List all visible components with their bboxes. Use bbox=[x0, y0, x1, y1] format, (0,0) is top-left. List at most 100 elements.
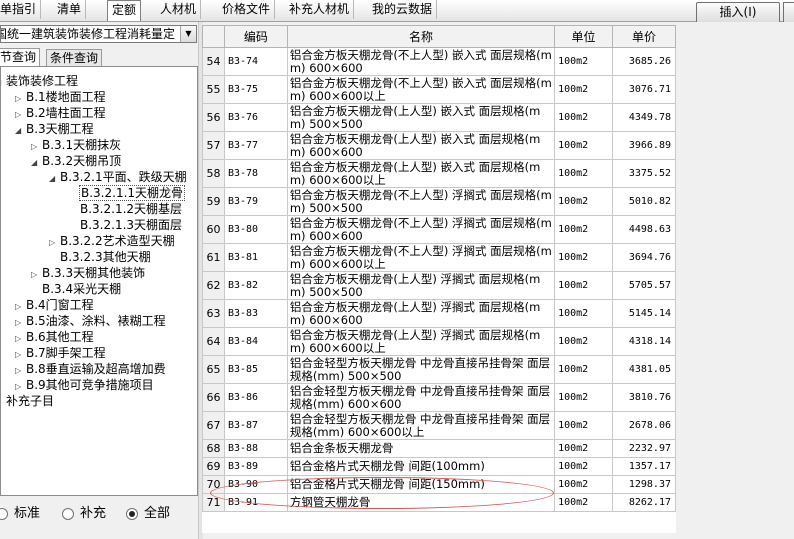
code-cell: B3-78 bbox=[223, 159, 288, 188]
radio-supplement[interactable]: 补充 bbox=[62, 502, 106, 521]
collapse-icon[interactable]: ◢ bbox=[49, 171, 59, 187]
column-header-name[interactable]: 名称 bbox=[286, 25, 556, 48]
table-row[interactable]: 66 B3-86 铝合金轻型方板天棚龙骨 中龙骨直接吊挂骨架 面层规格(mm) 60… bbox=[202, 383, 676, 412]
table-row[interactable]: 65 B3-85 铝合金轻型方板天棚龙骨 中龙骨直接吊挂骨架 面层规格(mm) 50… bbox=[202, 355, 676, 384]
top-tab[interactable]: 我的云数据 bbox=[368, 0, 438, 19]
tree-node[interactable]: ▷补充子目 bbox=[1, 393, 55, 409]
name-cell: 铝合金轻型方板天棚龙骨 中龙骨直接吊挂骨架 面层规格(mm) 600×600 bbox=[286, 383, 556, 412]
table-row[interactable]: 55 B3-75 铝合金方板天棚龙骨(不上人型) 嵌入式 面层规格(mm) 600×… bbox=[202, 75, 676, 104]
radio-all[interactable]: 全部 bbox=[126, 502, 170, 521]
column-header-price[interactable]: 单价 bbox=[612, 25, 676, 48]
table-row[interactable]: 64 B3-84 铝合金方板天棚龙骨(上人型) 浮搁式 面层规格(mm) 600×6… bbox=[202, 327, 676, 356]
tree-node[interactable]: ▷ B.4门窗工程 bbox=[15, 297, 95, 313]
tree-node[interactable]: ▷ B.5油漆、涂料、裱糊工程 bbox=[15, 313, 167, 329]
tree-node[interactable]: ▷ B.3.3天棚其他装饰 bbox=[31, 265, 146, 281]
name-cell: 铝合金方板天棚龙骨(上人型) 浮搁式 面层规格(mm) 500×500 bbox=[286, 271, 556, 300]
tree-node[interactable]: ▷ B.3.2.2艺术造型天棚 bbox=[49, 233, 176, 249]
price-cell: 3810.76 bbox=[612, 383, 676, 412]
right-empty-area bbox=[677, 22, 794, 539]
table-header-row: 编码 名称 单位 单价 bbox=[202, 25, 676, 48]
tab-condition-query[interactable]: 条件查询 bbox=[46, 49, 103, 67]
row-index: 54 bbox=[202, 47, 225, 76]
table-row[interactable]: 71 B3-91 方钢管天棚龙骨 100m2 8262.17 bbox=[202, 493, 676, 512]
table-row[interactable]: 70 B3-90 铝合金格片式天棚龙骨 间距(150mm) 100m2 1298.37 bbox=[202, 475, 676, 494]
tree-node-label: B.9其他可竞争措施项目 bbox=[26, 378, 154, 392]
tree-node[interactable]: B.3.2.1.1天棚龙骨 bbox=[69, 185, 186, 201]
top-tab[interactable]: 定额 bbox=[107, 0, 142, 21]
price-cell: 5010.82 bbox=[612, 187, 676, 216]
top-tab[interactable]: 单指引 bbox=[0, 0, 42, 19]
tree-node[interactable]: ▷ B.8垂直运输及超高增加费 bbox=[15, 361, 167, 377]
table-row[interactable]: 67 B3-87 铝合金轻型方板天棚龙骨 中龙骨直接吊挂骨架 面层规格(mm) 60… bbox=[202, 411, 676, 440]
tree-node[interactable]: B.3.4采光天棚 bbox=[31, 281, 122, 297]
chevron-down-icon[interactable]: ▼ bbox=[180, 26, 196, 42]
tree-node[interactable]: ▷ B.7脚手架工程 bbox=[15, 345, 107, 361]
price-cell: 3375.52 bbox=[612, 159, 676, 188]
tree-node[interactable]: ▷ B.9其他可竞争措施项目 bbox=[15, 377, 155, 393]
more-button[interactable] bbox=[783, 2, 794, 24]
price-cell: 2678.06 bbox=[612, 411, 676, 440]
library-select[interactable]: 国统一建筑装饰装修工程消耗量定 ▼ bbox=[0, 25, 197, 43]
tree-node-label: B.4门窗工程 bbox=[26, 298, 94, 312]
table-row[interactable]: 62 B3-82 铝合金方板天棚龙骨(上人型) 浮搁式 面层规格(mm) 500×5… bbox=[202, 271, 676, 300]
code-cell: B3-91 bbox=[223, 493, 288, 512]
code-cell: B3-75 bbox=[223, 75, 288, 104]
tree-node[interactable]: ◢装饰装修工程 bbox=[1, 73, 79, 89]
tree-node-label: B.7脚手架工程 bbox=[26, 346, 106, 360]
row-index: 58 bbox=[202, 159, 225, 188]
top-tab[interactable]: 人材机 bbox=[156, 0, 202, 19]
name-cell: 铝合金方板天棚龙骨(不上人型) 浮搁式 面层规格(mm) 600×600以上 bbox=[286, 243, 556, 272]
code-cell: B3-88 bbox=[223, 439, 288, 458]
price-cell: 2232.97 bbox=[612, 439, 676, 458]
table-row[interactable]: 54 B3-74 铝合金方板天棚龙骨(不上人型) 嵌入式 面层规格(mm) 600×… bbox=[202, 47, 676, 76]
row-index: 60 bbox=[202, 215, 225, 244]
tree-node[interactable]: ◢ B.3.2天棚吊顶 bbox=[31, 153, 122, 169]
tree-node[interactable]: B.3.2.1.3天棚面层 bbox=[69, 217, 183, 233]
top-tab[interactable]: 清单 bbox=[53, 0, 87, 19]
top-tab[interactable]: 价格文件 bbox=[218, 0, 276, 19]
unit-cell: 100m2 bbox=[554, 457, 614, 476]
tree-node[interactable]: B.3.2.1.2天棚基层 bbox=[69, 201, 183, 217]
unit-cell: 100m2 bbox=[554, 187, 614, 216]
filter-radio-group: 标准 补充 全部 bbox=[0, 498, 198, 524]
tree-node-label: B.3.1天棚抹灰 bbox=[42, 138, 122, 152]
table-row[interactable]: 58 B3-78 铝合金方板天棚龙骨(上人型) 嵌入式 面层规格(mm) 600×6… bbox=[202, 159, 676, 188]
table-row[interactable]: 68 B3-88 铝合金条板天棚龙骨 100m2 2232.97 bbox=[202, 439, 676, 458]
radio-label: 补充 bbox=[80, 506, 107, 521]
row-index: 65 bbox=[202, 355, 225, 384]
name-cell: 铝合金方板天棚龙骨(不上人型) 嵌入式 面层规格(mm) 600×600 bbox=[286, 47, 556, 76]
tree-node-label: B.8垂直运输及超高增加费 bbox=[26, 362, 166, 376]
name-cell: 铝合金方板天棚龙骨(上人型) 浮搁式 面层规格(mm) 600×600以上 bbox=[286, 327, 556, 356]
unit-cell: 100m2 bbox=[554, 327, 614, 356]
tree-node-label: B.6其他工程 bbox=[26, 330, 94, 344]
tab-chapter-query[interactable]: 节查询 bbox=[0, 48, 41, 68]
table-row[interactable]: 59 B3-79 铝合金方板天棚龙骨(不上人型) 浮搁式 面层规格(mm) 500×… bbox=[202, 187, 676, 216]
table-row[interactable]: 63 B3-83 铝合金方板天棚龙骨(上人型) 浮搁式 面层规格(mm) 600×6… bbox=[202, 299, 676, 328]
tree-node[interactable]: ▷ B.3.1天棚抹灰 bbox=[31, 137, 122, 153]
name-cell: 铝合金轻型方板天棚龙骨 中龙骨直接吊挂骨架 面层规格(mm) 600×600以上 bbox=[286, 411, 556, 440]
top-tab[interactable]: 补充人材机 bbox=[285, 0, 355, 19]
row-index: 68 bbox=[202, 439, 225, 458]
tree-node[interactable]: ▷ B.6其他工程 bbox=[15, 329, 95, 345]
tree-node[interactable]: ◢ B.3.2.1平面、跌级天棚 bbox=[49, 169, 188, 185]
collapse-icon[interactable]: ◢ bbox=[31, 155, 41, 171]
tree-node[interactable]: ▷ B.2墙柱面工程 bbox=[15, 105, 107, 121]
insert-button[interactable]: 插入(I) bbox=[696, 2, 780, 24]
table-row[interactable]: 57 B3-77 铝合金方板天棚龙骨(上人型) 嵌入式 面层规格(mm) 600×6… bbox=[202, 131, 676, 160]
table-row[interactable]: 69 B3-89 铝合金格片式天棚龙骨 间距(100mm) 100m2 1357.17 bbox=[202, 457, 676, 476]
code-cell: B3-81 bbox=[223, 243, 288, 272]
unit-cell: 100m2 bbox=[554, 493, 614, 512]
collapse-icon[interactable]: ◢ bbox=[15, 123, 25, 139]
table-row[interactable]: 60 B3-80 铝合金方板天棚龙骨(不上人型) 浮搁式 面层规格(mm) 600×… bbox=[202, 215, 676, 244]
tree-node[interactable]: B.3.2.3其他天棚 bbox=[49, 249, 152, 265]
tree-node[interactable]: ▷ B.1楼地面工程 bbox=[15, 89, 107, 105]
radio-standard[interactable]: 标准 bbox=[0, 502, 40, 521]
column-header-unit[interactable]: 单位 bbox=[554, 25, 614, 48]
radio-label: 全部 bbox=[144, 506, 171, 521]
table-row[interactable]: 56 B3-76 铝合金方板天棚龙骨(上人型) 嵌入式 面层规格(mm) 500×5… bbox=[202, 103, 676, 132]
code-cell: B3-79 bbox=[223, 187, 288, 216]
column-header-code[interactable]: 编码 bbox=[223, 25, 288, 48]
table-row[interactable]: 61 B3-81 铝合金方板天棚龙骨(不上人型) 浮搁式 面层规格(mm) 600×… bbox=[202, 243, 676, 272]
tree-node[interactable]: ◢ B.3天棚工程 bbox=[15, 121, 95, 137]
name-cell: 铝合金方板天棚龙骨(上人型) 嵌入式 面层规格(mm) 600×600 bbox=[286, 131, 556, 160]
